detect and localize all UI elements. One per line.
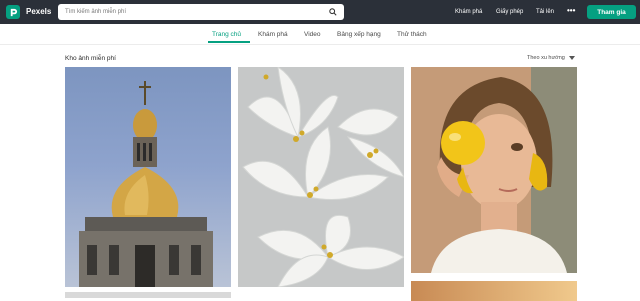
search-icon[interactable] [326, 8, 340, 16]
header-divider [0, 44, 640, 45]
pexels-logo-icon[interactable] [6, 5, 20, 19]
tab-explore[interactable]: Khám phá [258, 31, 288, 38]
tab-video[interactable]: Video [304, 31, 321, 38]
photo-next-row-left[interactable] [65, 292, 231, 298]
sort-dropdown[interactable]: Theo xu hướng [527, 55, 575, 61]
sort-label: Theo xu hướng [527, 55, 565, 61]
active-tab-indicator [208, 41, 250, 43]
photo-church-dome[interactable] [65, 67, 231, 287]
more-menu-icon[interactable]: ••• [567, 6, 575, 15]
search-placeholder: Tìm kiếm ảnh miễn phí [65, 9, 127, 15]
tab-challenges[interactable]: Thử thách [397, 31, 427, 38]
tab-bar: Trang chủ Khám phá Video Bảng xếp hạng T… [0, 26, 640, 44]
nav-upload-link[interactable]: Tải lên [536, 9, 554, 15]
photo-white-lilies[interactable] [238, 67, 404, 287]
nav-explore-link[interactable]: Khám phá [455, 9, 482, 15]
nav-license-link[interactable]: Giấy phép [496, 9, 523, 15]
search-input[interactable]: Tìm kiếm ảnh miễn phí [58, 4, 344, 20]
photo-girl-with-lemon[interactable] [411, 67, 577, 273]
tab-leaderboard[interactable]: Bảng xếp hạng [337, 31, 381, 38]
photo-next-row-right[interactable] [411, 281, 577, 301]
top-navigation-bar: Pexels Tìm kiếm ảnh miễn phí Khám phá Gi… [0, 0, 640, 24]
chevron-down-icon [568, 56, 575, 60]
join-button[interactable]: Tham gia [587, 5, 636, 19]
tab-home[interactable]: Trang chủ [212, 31, 241, 38]
section-title: Kho ảnh miễn phí [65, 55, 116, 62]
brand-name[interactable]: Pexels [26, 7, 51, 16]
